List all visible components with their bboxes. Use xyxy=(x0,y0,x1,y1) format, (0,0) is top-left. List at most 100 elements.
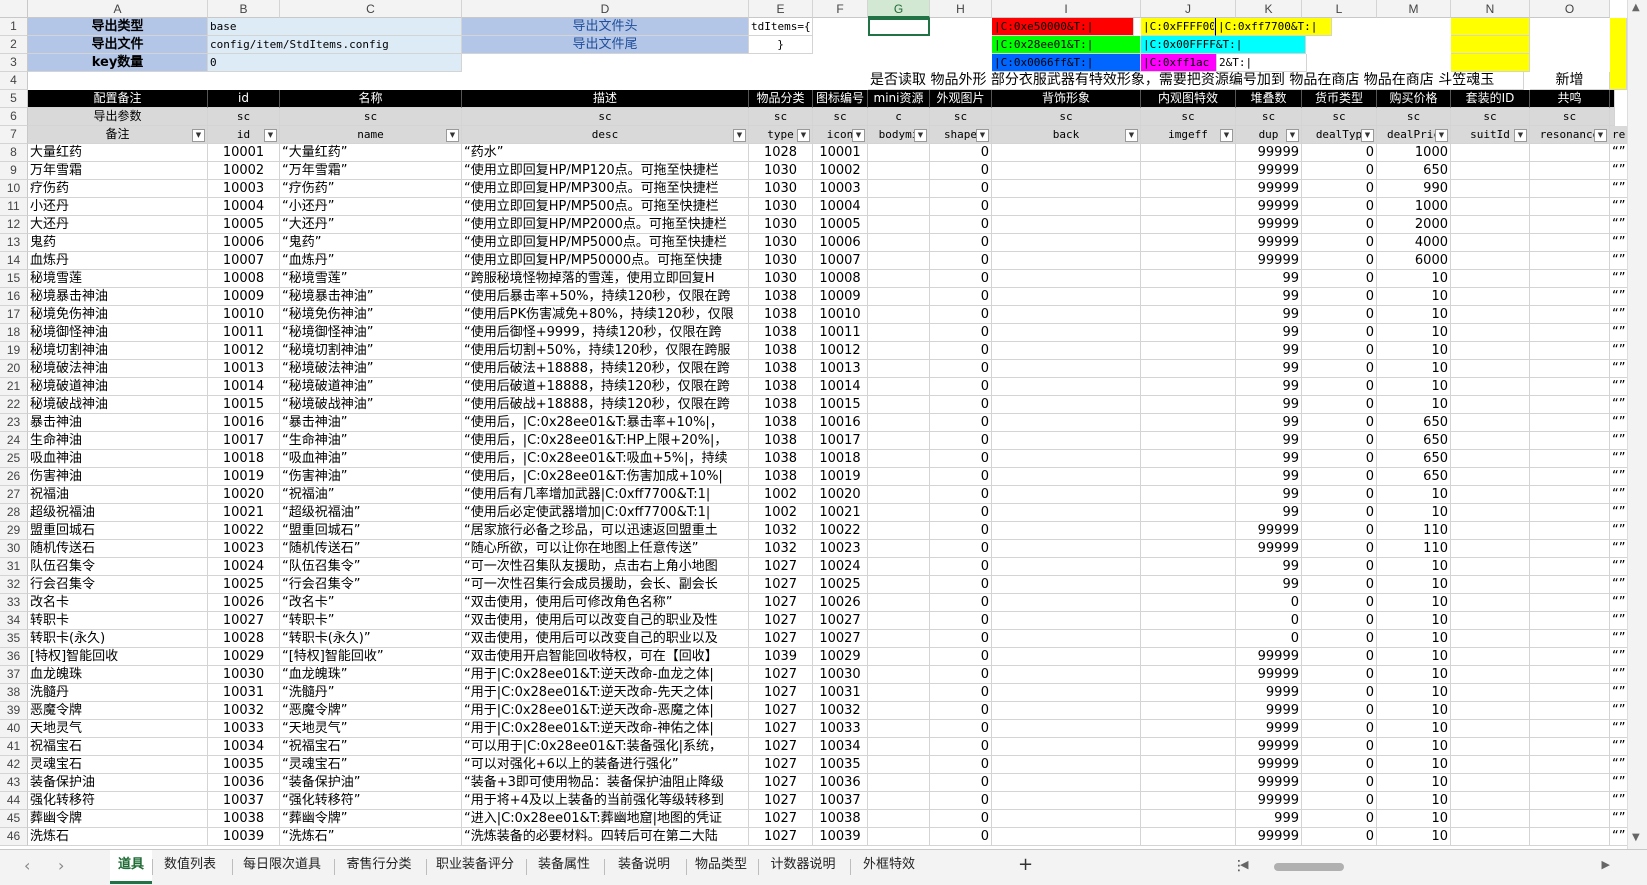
data-cell[interactable]: 0 xyxy=(930,288,992,306)
data-cell[interactable]: 650 xyxy=(1377,162,1451,180)
data-cell[interactable]: 1027 xyxy=(749,612,813,630)
data-cell[interactable]: 10 xyxy=(1377,720,1451,738)
data-cell[interactable]: “使用后PK伤害减免+80%，持续120秒，仅限 xyxy=(462,306,749,324)
data-cell[interactable] xyxy=(992,216,1141,234)
data-cell[interactable]: “洗炼装备的必要材料。四转后可在第二大陆 xyxy=(462,828,749,846)
column-header[interactable]: K xyxy=(1236,0,1302,18)
data-cell[interactable]: “使用立即回复HP/MP5000点。可拖至快捷栏 xyxy=(462,234,749,252)
data-cell[interactable]: “洗髓丹” xyxy=(280,684,462,702)
sheet-tab[interactable]: 每日限次道具 xyxy=(234,850,330,884)
data-cell[interactable]: 99999 xyxy=(1236,216,1302,234)
data-cell[interactable]: 10009 xyxy=(813,288,868,306)
data-cell[interactable] xyxy=(1530,324,1610,342)
data-cell[interactable]: 1027 xyxy=(749,756,813,774)
data-cell[interactable]: “疗伤药” xyxy=(280,180,462,198)
data-cell[interactable]: 0 xyxy=(930,360,992,378)
data-cell[interactable]: 10024 xyxy=(813,558,868,576)
data-cell[interactable]: 10017 xyxy=(813,432,868,450)
data-cell[interactable]: 0 xyxy=(930,774,992,792)
data-cell[interactable]: 0 xyxy=(1302,612,1377,630)
data-cell[interactable]: 10013 xyxy=(813,360,868,378)
data-cell[interactable]: 1027 xyxy=(749,666,813,684)
data-cell[interactable] xyxy=(1530,666,1610,684)
data-cell[interactable]: 0 xyxy=(1302,414,1377,432)
data-cell[interactable]: 10005 xyxy=(813,216,868,234)
row-header[interactable]: 9 xyxy=(0,162,28,180)
row-header[interactable]: 22 xyxy=(0,396,28,414)
data-cell[interactable]: 灵魂宝石 xyxy=(28,756,208,774)
data-cell[interactable]: 10010 xyxy=(208,306,280,324)
color-code-magenta[interactable]: |C:0xff1ac xyxy=(1141,54,1217,72)
filter-dropdown-icon[interactable]: ▼ xyxy=(733,129,746,142)
filter-dropdown-icon[interactable]: ▼ xyxy=(1125,129,1138,142)
data-cell[interactable]: 10037 xyxy=(813,792,868,810)
data-cell[interactable] xyxy=(1530,180,1610,198)
row-header[interactable]: 8 xyxy=(0,144,28,162)
next-sheet-icon[interactable]: › xyxy=(58,856,64,875)
data-cell[interactable]: “使用立即回复HP/MP300点。可拖至快捷栏 xyxy=(462,180,749,198)
data-cell[interactable]: 99 xyxy=(1236,504,1302,522)
filter-dropdown-icon[interactable]: ▼ xyxy=(976,129,989,142)
data-cell[interactable]: “” xyxy=(1610,270,1627,288)
data-cell[interactable]: 0 xyxy=(930,180,992,198)
data-cell[interactable]: 1027 xyxy=(749,630,813,648)
data-cell[interactable]: 0 xyxy=(930,648,992,666)
data-cell[interactable]: 1030 xyxy=(749,216,813,234)
data-cell[interactable]: 10027 xyxy=(208,612,280,630)
sheet-tab[interactable]: 数值列表 xyxy=(154,850,226,884)
data-cell[interactable]: 血炼丹 xyxy=(28,252,208,270)
filter-dropdown-icon[interactable]: ▼ xyxy=(852,129,865,142)
data-cell[interactable]: 10 xyxy=(1377,792,1451,810)
data-cell[interactable]: “血龙魄珠” xyxy=(280,666,462,684)
data-cell[interactable] xyxy=(1530,576,1610,594)
data-cell[interactable]: 10 xyxy=(1377,810,1451,828)
row-header[interactable]: 14 xyxy=(0,252,28,270)
data-cell[interactable] xyxy=(1141,720,1236,738)
data-cell[interactable]: 10007 xyxy=(813,252,868,270)
data-cell[interactable] xyxy=(1451,252,1530,270)
data-cell[interactable] xyxy=(1530,684,1610,702)
data-cell[interactable]: “可一次性召集行会成员援助，会长、副会长 xyxy=(462,576,749,594)
filter-dropdown-icon[interactable]: ▼ xyxy=(192,129,205,142)
data-cell[interactable]: “” xyxy=(1610,162,1627,180)
data-cell[interactable] xyxy=(992,234,1141,252)
data-cell[interactable]: “暴击神油” xyxy=(280,414,462,432)
data-cell[interactable]: 1030 xyxy=(749,162,813,180)
data-cell[interactable] xyxy=(1451,234,1530,252)
data-cell[interactable] xyxy=(992,324,1141,342)
sheet-tab[interactable]: 物品类型 xyxy=(688,850,754,884)
data-cell[interactable]: 10030 xyxy=(208,666,280,684)
data-cell[interactable]: 天地灵气 xyxy=(28,720,208,738)
data-cell[interactable]: 10029 xyxy=(813,648,868,666)
data-cell[interactable]: 110 xyxy=(1377,540,1451,558)
data-cell[interactable] xyxy=(868,522,930,540)
data-cell[interactable]: 10038 xyxy=(208,810,280,828)
data-cell[interactable]: “大还丹” xyxy=(280,216,462,234)
data-cell[interactable]: 0 xyxy=(930,234,992,252)
sheet-tab[interactable]: 寄售行分类 xyxy=(336,850,422,884)
data-cell[interactable]: 99999 xyxy=(1236,252,1302,270)
data-cell[interactable] xyxy=(868,324,930,342)
data-cell[interactable]: “” xyxy=(1610,288,1627,306)
data-cell[interactable] xyxy=(1530,414,1610,432)
data-cell[interactable]: 99 xyxy=(1236,378,1302,396)
data-cell[interactable] xyxy=(1530,738,1610,756)
data-cell[interactable]: “使用后，|C:0x28ee01&T:暴击率+10%|， xyxy=(462,414,749,432)
data-cell[interactable] xyxy=(1530,756,1610,774)
row-header[interactable]: 6 xyxy=(0,108,28,126)
data-cell[interactable]: 10037 xyxy=(208,792,280,810)
data-cell[interactable] xyxy=(1530,828,1610,846)
data-cell[interactable] xyxy=(1451,468,1530,486)
row-header[interactable]: 12 xyxy=(0,216,28,234)
data-cell[interactable] xyxy=(868,540,930,558)
data-cell[interactable] xyxy=(1530,810,1610,828)
data-cell[interactable]: 0 xyxy=(1302,540,1377,558)
data-cell[interactable]: 10 xyxy=(1377,288,1451,306)
select-all-corner[interactable] xyxy=(0,0,28,18)
data-cell[interactable] xyxy=(1530,630,1610,648)
data-cell[interactable]: 1038 xyxy=(749,450,813,468)
data-cell[interactable]: 10025 xyxy=(813,576,868,594)
data-cell[interactable]: 0 xyxy=(930,306,992,324)
data-cell[interactable]: “大量红药” xyxy=(280,144,462,162)
data-cell[interactable] xyxy=(1451,342,1530,360)
